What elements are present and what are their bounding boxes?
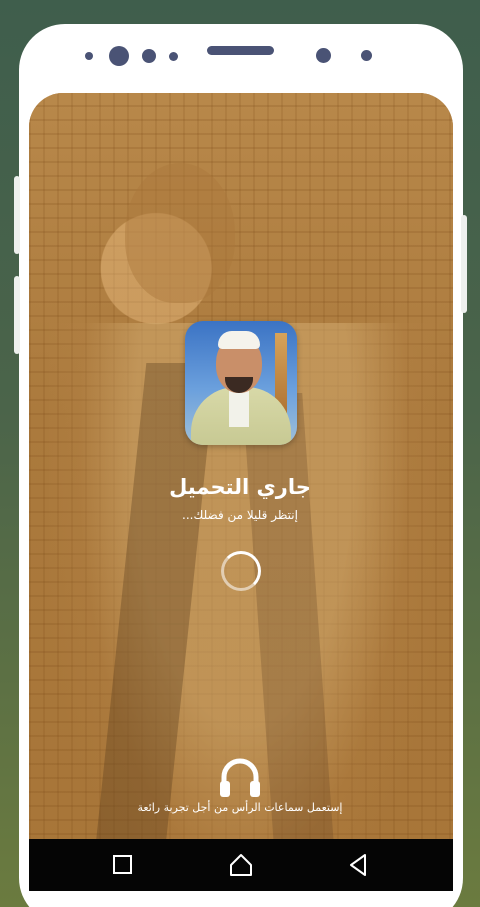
square-icon[interactable] (109, 851, 137, 879)
volume-up-button (14, 176, 20, 254)
headphones-hint: إستعمل سماعات الرأس من أجل تجربة رائعة (137, 801, 343, 814)
loading-spinner-icon (221, 551, 261, 591)
loading-title: جاري التحميل (169, 475, 311, 499)
sensor-dot (85, 52, 93, 60)
front-camera-icon (109, 46, 129, 66)
back-triangle-icon[interactable] (345, 851, 373, 879)
loading-subtitle: إنتظر قليلا من فضلك... (182, 508, 298, 522)
portrait-collar (229, 387, 249, 427)
navigation-bar (29, 839, 453, 891)
sensor-dot (169, 52, 178, 61)
volume-down-button (14, 276, 20, 354)
home-icon[interactable] (227, 851, 255, 879)
app-icon (185, 321, 297, 445)
earpiece-speaker (207, 46, 274, 55)
portrait-cap (218, 331, 260, 349)
sensor-dot (361, 50, 372, 61)
sensor-dot (316, 48, 331, 63)
headphones-icon (220, 758, 260, 797)
power-button (461, 215, 467, 313)
background-portrait-head (125, 163, 235, 303)
sensor-dot (142, 49, 156, 63)
